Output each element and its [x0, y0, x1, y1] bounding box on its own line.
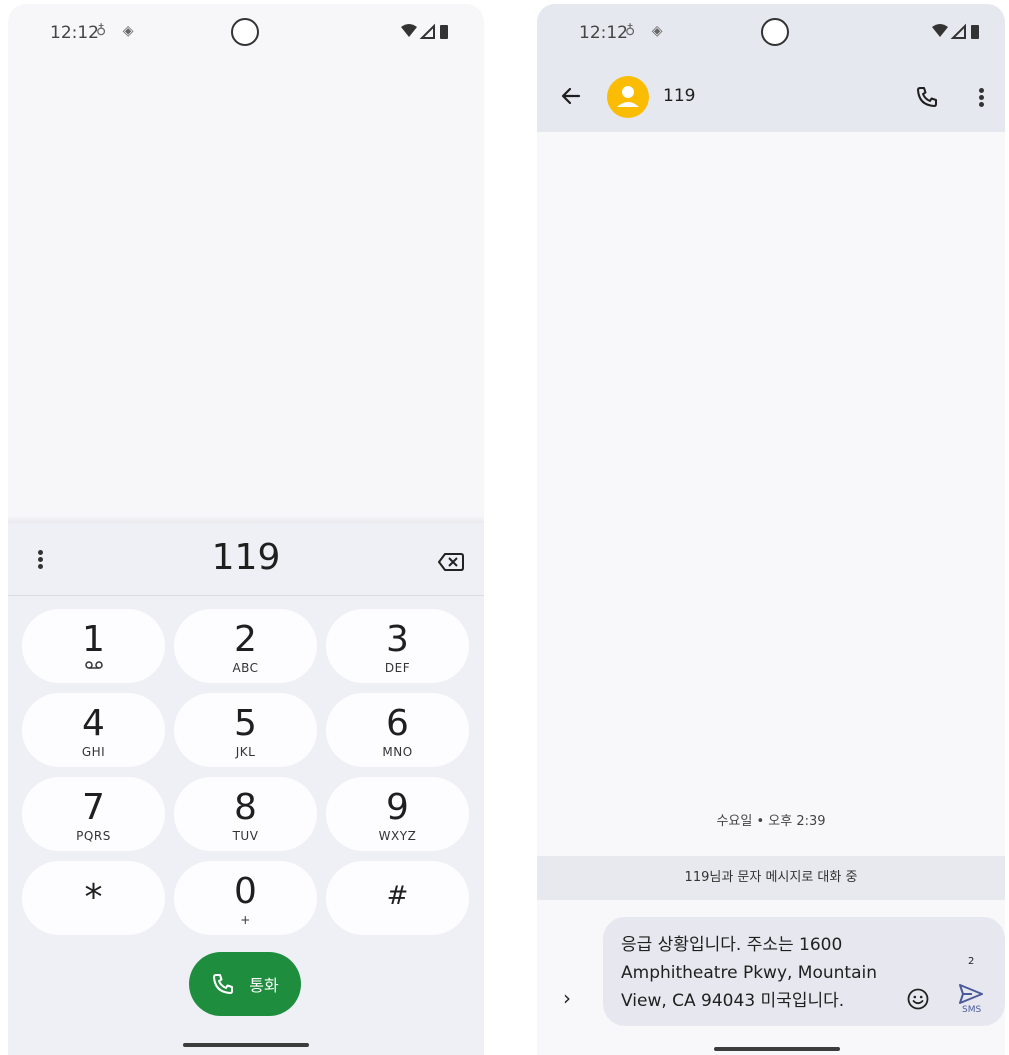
message-input[interactable]: 응급 상황입니다. 주소는 1600 Amphitheatre Pkwy, Mo…: [621, 931, 891, 1015]
key-letters: DEF: [384, 661, 411, 675]
status-bar: 12:12 ♁ ◈: [8, 4, 484, 62]
notification-icons: ♁ ◈: [625, 23, 669, 39]
send-icon[interactable]: [958, 983, 984, 1005]
dialer-screen: 12:12 ♁ ◈ 119 1 2 ABC 3 DEF 4 GHI 5 JKL …: [8, 4, 484, 1055]
message-timestamp: 수요일 • 오후 2:39: [716, 814, 826, 829]
sms-label: SMS: [962, 1005, 982, 1015]
dial-key-5[interactable]: 5 JKL: [174, 693, 317, 767]
status-time: 12:12: [50, 23, 99, 43]
status-time: 12:12: [579, 23, 628, 43]
character-count: 2: [968, 956, 975, 967]
dial-key-1[interactable]: 1: [22, 609, 165, 683]
camera-cutout: [231, 18, 259, 46]
voicemail-icon: [84, 661, 103, 669]
key-digit: 8: [234, 787, 257, 828]
phone-call-icon[interactable]: [915, 85, 939, 109]
dial-key-8[interactable]: 8 TUV: [174, 777, 317, 851]
dial-key-9[interactable]: 9 WXYZ: [326, 777, 469, 851]
key-digit: #: [386, 881, 409, 911]
dial-key-3[interactable]: 3 DEF: [326, 609, 469, 683]
key-letters: +: [240, 913, 251, 927]
backspace-icon[interactable]: [438, 552, 464, 572]
call-label: 통화: [249, 976, 279, 995]
emoji-icon[interactable]: [906, 987, 930, 1011]
messages-screen: 12:12 ♁ ◈ 119 수요일 • 오후 2:39 119님과 문자 메시지…: [537, 4, 1005, 1055]
key-digit: 0: [234, 871, 257, 912]
key-digit: 4: [82, 703, 105, 744]
key-letters: MNO: [382, 745, 413, 759]
key-letters: TUV: [232, 829, 259, 843]
key-digit: 5: [234, 703, 257, 744]
chevron-right-icon[interactable]: ›: [563, 986, 571, 1010]
dial-key-2[interactable]: 2 ABC: [174, 609, 317, 683]
key-letters: ABC: [232, 661, 259, 675]
key-letters: JKL: [235, 745, 256, 759]
signal-battery-icons: [932, 23, 979, 39]
key-digit: 2: [234, 619, 257, 660]
phone-icon: [213, 974, 234, 994]
key-letters: PQRS: [76, 829, 111, 843]
signal-battery-icons: [401, 23, 448, 39]
key-digit: 6: [386, 703, 409, 744]
home-indicator[interactable]: [714, 1047, 840, 1051]
key-digit: 3: [386, 619, 409, 660]
dial-key-star[interactable]: *: [22, 861, 165, 935]
conversation-app-bar: 119: [537, 62, 1005, 132]
call-button[interactable]: 통화: [189, 952, 301, 1016]
sms-conversation-banner: 119님과 문자 메시지로 대화 중: [537, 856, 1005, 900]
more-options-icon[interactable]: [971, 88, 991, 107]
dial-key-7[interactable]: 7 PQRS: [22, 777, 165, 851]
key-letters: GHI: [81, 745, 106, 759]
camera-cutout: [761, 18, 789, 46]
dialpad-panel: 119 1 2 ABC 3 DEF 4 GHI 5 JKL 6 MNO 7 PQ…: [8, 523, 484, 1055]
home-indicator[interactable]: [183, 1043, 309, 1047]
dialed-number: 119: [211, 537, 281, 578]
dial-key-hash[interactable]: #: [326, 861, 469, 935]
status-bar: 12:12 ♁ ◈: [537, 4, 1005, 62]
key-digit: 1: [82, 619, 105, 660]
dial-key-6[interactable]: 6 MNO: [326, 693, 469, 767]
dial-key-4[interactable]: 4 GHI: [22, 693, 165, 767]
key-digit: 9: [386, 787, 409, 828]
key-letters: WXYZ: [378, 829, 417, 843]
person-icon: [617, 86, 639, 107]
contact-name: 119: [663, 86, 696, 106]
key-digit: 7: [82, 787, 105, 828]
contact-avatar[interactable]: [607, 76, 649, 118]
notification-icons: ♁ ◈: [96, 23, 140, 39]
message-compose-box[interactable]: 응급 상황입니다. 주소는 1600 Amphitheatre Pkwy, Mo…: [603, 917, 1005, 1026]
dial-key-0[interactable]: 0 +: [174, 861, 317, 935]
key-digit: *: [84, 877, 103, 918]
back-arrow-icon[interactable]: [559, 84, 583, 108]
dialer-header: 119: [8, 523, 484, 596]
